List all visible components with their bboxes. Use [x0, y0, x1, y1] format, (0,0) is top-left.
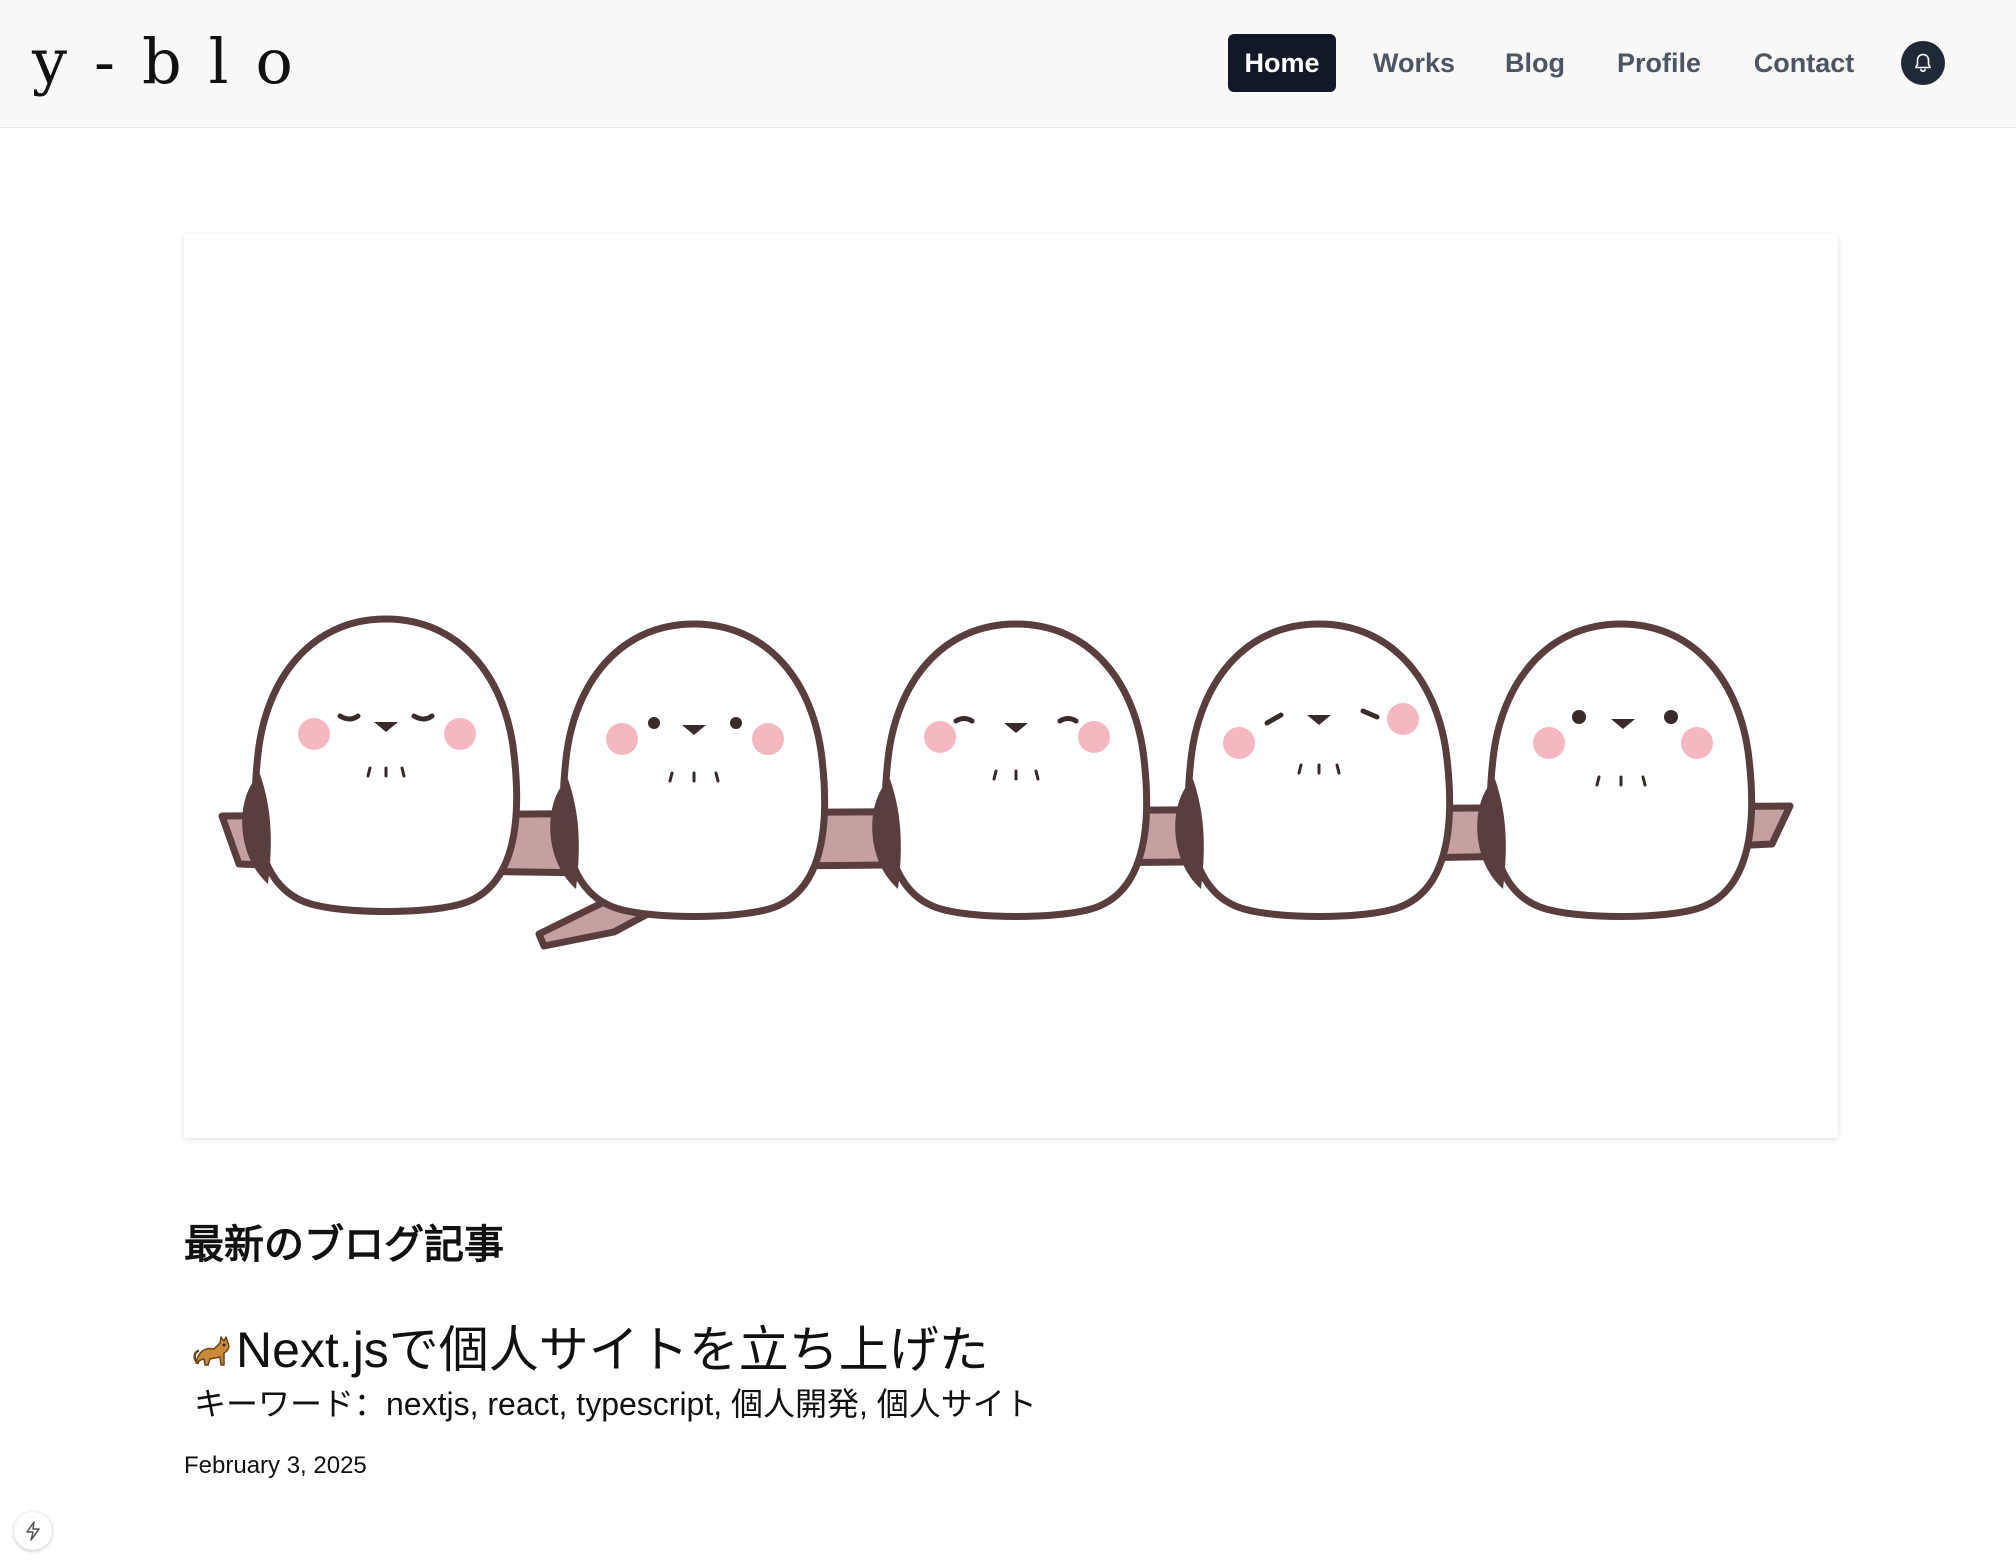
- hero-image: [184, 234, 1838, 1138]
- nav-works[interactable]: Works: [1364, 34, 1464, 92]
- main-nav: Home Works Blog Profile Contact: [0, 34, 2016, 92]
- notification-button[interactable]: [1901, 41, 1945, 85]
- latest-posts-heading: 最新のブログ記事: [184, 1223, 504, 1267]
- post-title-link[interactable]: Next.jsで個人サイトを立ち上げた: [190, 1318, 989, 1382]
- nav-blog[interactable]: Blog: [1498, 34, 1572, 92]
- cat-icon: [193, 1336, 230, 1366]
- post-keywords: キーワード：nextjs, react, typescript, 個人開発, 個…: [194, 1386, 1037, 1422]
- bell-icon: [1915, 53, 1931, 73]
- nav-contact[interactable]: Contact: [1746, 34, 1862, 92]
- devtools-button[interactable]: [14, 1512, 52, 1550]
- birds-illustration: [218, 234, 1794, 950]
- post-date: February 3, 2025: [184, 1452, 367, 1479]
- lightning-icon: [26, 1521, 40, 1541]
- post-title-text: Next.jsで個人サイトを立ち上げた: [236, 1322, 989, 1378]
- site-header: y-blo Home Works Blog Profile Contact: [0, 0, 2016, 128]
- nav-home[interactable]: Home: [1228, 34, 1336, 92]
- nav-profile[interactable]: Profile: [1608, 34, 1710, 92]
